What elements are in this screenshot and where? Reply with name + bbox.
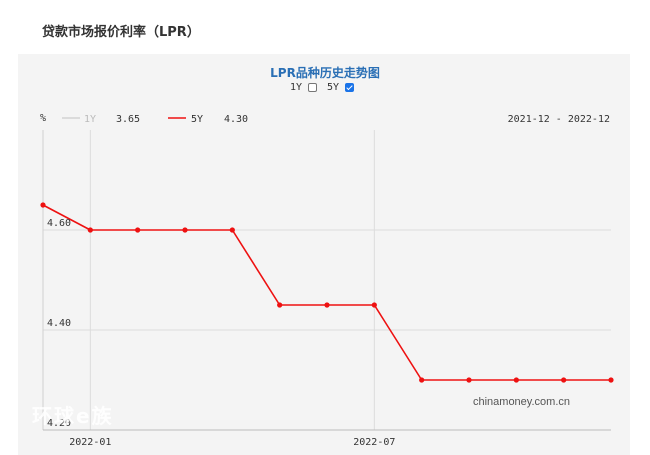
data-point (513, 377, 519, 383)
y-tick-label: 4.60 (47, 218, 71, 229)
date-range-label: 2021-12 - 2022-12 (508, 114, 610, 125)
data-point (277, 302, 283, 308)
y-tick-label: 4.40 (47, 318, 71, 329)
data-point (229, 227, 235, 233)
legend-5y-value: 4.30 (224, 114, 248, 125)
chart-axes (42, 130, 611, 431)
data-point (466, 377, 472, 383)
data-point (40, 202, 46, 208)
legend-1y-label[interactable]: 1Y (84, 114, 96, 125)
data-point (324, 302, 330, 308)
x-tick-label: 2022-07 (353, 437, 395, 448)
data-point (87, 227, 93, 233)
legend-5y-label[interactable]: 5Y (191, 114, 203, 125)
corner-watermark: 环球e族 (32, 404, 114, 428)
data-point (608, 377, 614, 383)
chart-grid (43, 130, 611, 431)
data-point (135, 227, 141, 233)
data-point (182, 227, 188, 233)
y-axis-unit-label: % (40, 113, 46, 124)
legend-1y-value: 3.65 (116, 114, 140, 125)
x-tick-label: 2022-01 (69, 437, 111, 448)
chart-series (40, 202, 614, 383)
site-watermark: chinamoney.com.cn (473, 396, 570, 408)
lpr-line-chart: 4.204.404.602022-01 2022-07 % 1Y 3.65 5Y … (40, 113, 614, 448)
series-5y-line (42, 204, 611, 381)
data-point (371, 302, 377, 308)
data-point (561, 377, 567, 383)
data-point (419, 377, 425, 383)
